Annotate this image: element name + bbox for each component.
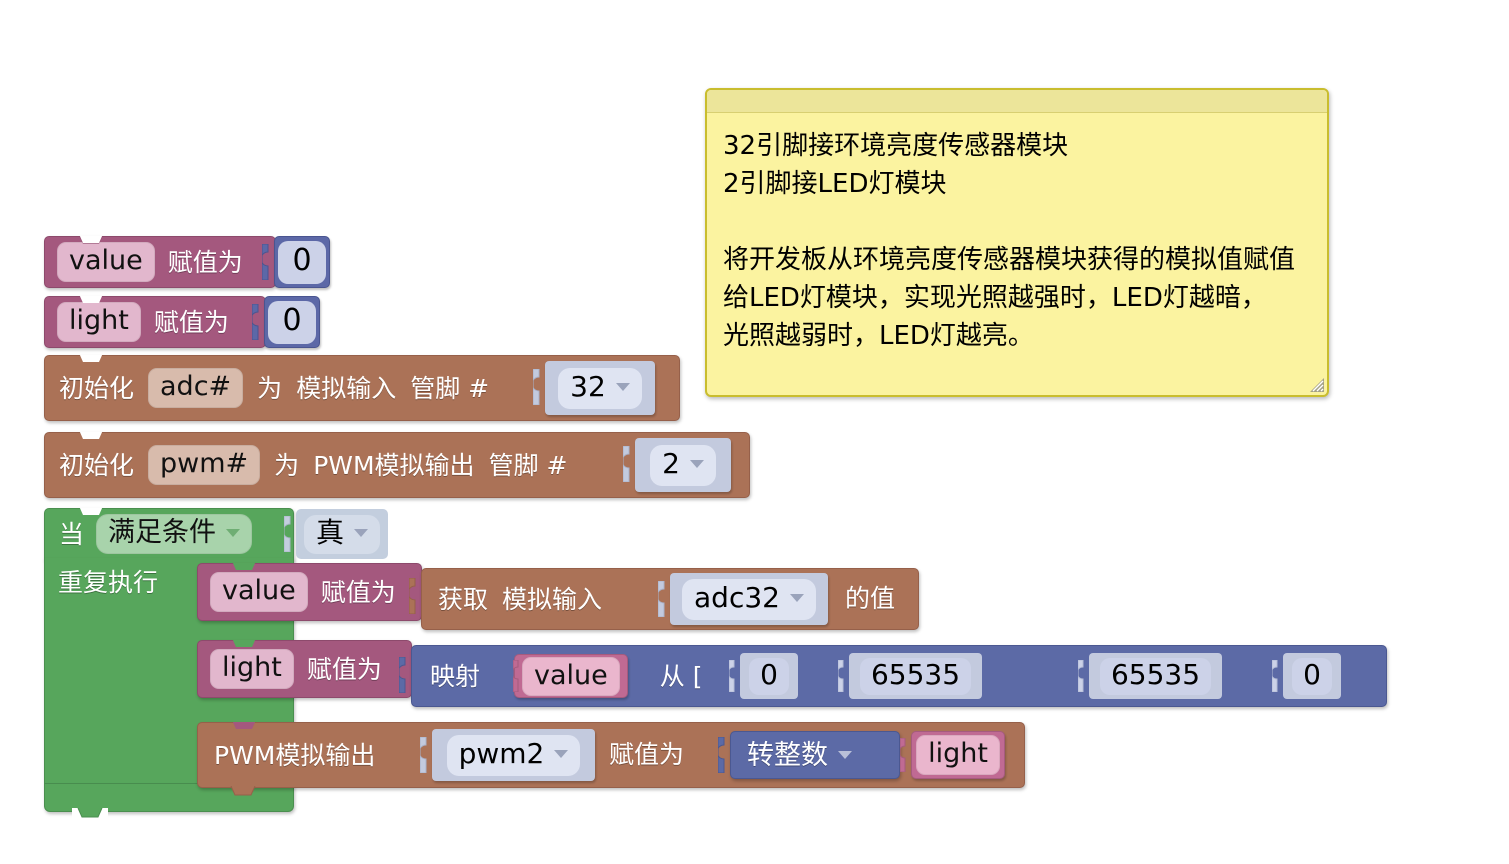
map-operand-variable-block[interactable]: value: [514, 654, 628, 698]
loop-set-light-block[interactable]: light 赋值为: [197, 640, 412, 698]
while-loop-foot-notch: [72, 808, 108, 820]
number-block-light-init[interactable]: 0: [264, 296, 320, 348]
cast-operand-variable-block[interactable]: light: [911, 731, 1005, 779]
block-notch-top: [232, 640, 256, 647]
boolean-text: 真: [316, 515, 345, 549]
set-variable-light-block[interactable]: light 赋值为: [44, 296, 266, 348]
assign-label: 赋值为: [153, 307, 229, 337]
block-notch-top: [79, 432, 103, 439]
pwm-pin-dropdown[interactable]: 2: [635, 438, 731, 492]
set-variable-value-block[interactable]: value 赋值为: [44, 236, 276, 288]
assign-label: 赋值为: [320, 577, 396, 607]
map-from-min-value[interactable]: 0: [749, 657, 789, 695]
number-field[interactable]: 0: [268, 300, 316, 344]
chevron-down-icon[interactable]: [554, 749, 569, 758]
number-block-value-init[interactable]: 0: [274, 236, 330, 288]
block-notch-top: [232, 722, 256, 729]
block-notch-top: [79, 296, 103, 303]
pin-label: 管脚 #: [488, 450, 568, 480]
map-to-max-value[interactable]: 0: [1292, 657, 1332, 695]
resize-handle-icon[interactable]: [1308, 376, 1324, 392]
block-notch-top: [232, 563, 256, 570]
block-notch-top: [73, 236, 109, 244]
variable-name-field[interactable]: value: [210, 572, 308, 612]
loop-condition-mode-dropdown[interactable]: 满足条件: [96, 514, 253, 554]
map-from-min-field-wrap[interactable]: 0: [740, 653, 798, 699]
read-analog-suffix-wrap: 的值: [845, 586, 895, 611]
adc-pin-text: 32: [570, 369, 606, 403]
variable-name-field[interactable]: light: [210, 649, 294, 689]
map-to-min-field-wrap[interactable]: 65535: [1089, 653, 1222, 699]
adc-name-field[interactable]: adc#: [148, 368, 244, 408]
chevron-down-icon[interactable]: [838, 751, 852, 759]
analog-input-label: 模拟输入: [502, 584, 603, 614]
as-label: 为: [257, 373, 283, 403]
pwm-write-label: PWM模拟输出: [214, 740, 376, 770]
adc-pin-dropdown[interactable]: 32: [545, 361, 655, 415]
init-label: 初始化: [59, 373, 135, 403]
pwm-write-notch-bottom: [230, 786, 256, 796]
cast-dropdown[interactable]: 转整数: [743, 740, 856, 771]
map-from-label: 从 [: [659, 661, 703, 691]
block-notch-top: [79, 355, 103, 362]
init-label: 初始化: [59, 450, 135, 480]
cast-operand-text: light: [916, 735, 1000, 775]
loop-set-value-block[interactable]: value 赋值为: [197, 563, 422, 621]
adc-channel-text: adc32: [694, 580, 780, 614]
pwm-pin-text: 2: [662, 446, 680, 480]
while-loop-repeat-label-wrap: 重复执行: [58, 570, 158, 595]
repeat-label: 重复执行: [58, 568, 159, 597]
chevron-down-icon[interactable]: [226, 528, 241, 537]
map-to-min-value[interactable]: 65535: [1099, 657, 1212, 695]
value-suffix-label: 的值: [845, 584, 896, 613]
cast-text: 转整数: [747, 739, 828, 771]
map-label: 映射: [430, 661, 481, 691]
when-label: 当: [59, 519, 85, 549]
boolean-true-block[interactable]: 真: [296, 509, 388, 559]
variable-name-field[interactable]: value: [57, 242, 155, 282]
pin-label: 管脚 #: [410, 373, 490, 403]
adc-channel-value[interactable]: adc32: [682, 578, 816, 620]
map-operand-plug: [511, 659, 527, 693]
block-notch-top: [79, 508, 103, 515]
map-from-max-value[interactable]: 65535: [859, 657, 972, 695]
pwm-pin-value[interactable]: 2: [650, 444, 716, 486]
adc-pin-value[interactable]: 32: [558, 367, 642, 409]
pwm-name-field[interactable]: pwm#: [148, 445, 261, 485]
number-field[interactable]: 0: [278, 240, 326, 284]
comment-text: 32引脚接环境亮度传感器模块 2引脚接LED灯模块 将开发板从环境亮度传感器模块…: [723, 131, 1296, 351]
assign-label: 赋值为: [167, 247, 243, 277]
chevron-down-icon[interactable]: [354, 528, 369, 537]
variable-name-field[interactable]: light: [57, 302, 141, 342]
map-from-max-field-wrap[interactable]: 65535: [849, 653, 982, 699]
while-loop-block[interactable]: 当 满足条件: [44, 508, 294, 560]
boolean-value[interactable]: 真: [304, 514, 381, 554]
adc-channel-dropdown[interactable]: adc32: [670, 573, 828, 625]
pwm-channel-dropdown[interactable]: pwm2: [432, 729, 595, 781]
as-label: 为: [274, 450, 300, 480]
chevron-down-icon[interactable]: [789, 593, 804, 602]
chevron-down-icon[interactable]: [689, 459, 704, 468]
pwm-channel-value[interactable]: pwm2: [446, 734, 581, 776]
loop-condition-mode-text: 满足条件: [108, 517, 217, 548]
cast-to-int-block[interactable]: 转整数: [730, 731, 900, 779]
pwm-assign-label-wrap: 赋值为: [609, 742, 684, 767]
pwm-channel-text: pwm2: [458, 736, 545, 770]
map-to-max-field-wrap[interactable]: 0: [1283, 653, 1341, 699]
chevron-down-icon[interactable]: [615, 382, 630, 391]
program-description-comment[interactable]: 32引脚接环境亮度传感器模块 2引脚接LED灯模块 将开发板从环境亮度传感器模块…: [705, 88, 1329, 397]
assign-label: 赋值为: [306, 654, 382, 684]
mode-label: 模拟输入: [296, 373, 397, 403]
pwm-assign-label: 赋值为: [609, 740, 685, 769]
map-operand-text: value: [522, 657, 620, 697]
get-label: 获取: [438, 584, 489, 614]
comment-title-bar[interactable]: [707, 90, 1327, 113]
mode-label: PWM模拟输出: [313, 450, 475, 480]
